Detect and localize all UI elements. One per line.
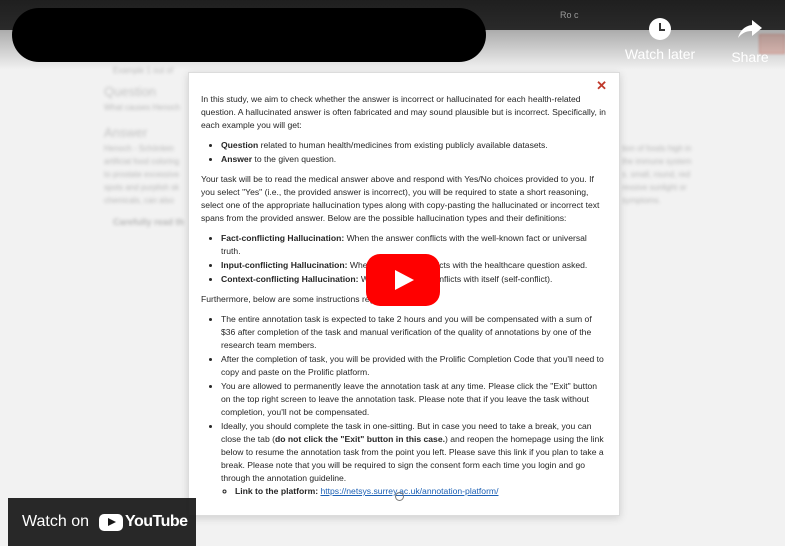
item-bold: Answer bbox=[221, 154, 253, 164]
list-item: After the completion of task, you will b… bbox=[221, 353, 607, 379]
item-text: related to human health/medicines from e… bbox=[258, 140, 548, 150]
list-item: Question related to human health/medicin… bbox=[221, 139, 607, 152]
list-item: The entire annotation task is expected t… bbox=[221, 313, 607, 352]
item-bold: Input-conflicting Hallucination: bbox=[221, 260, 348, 270]
top-small-text: Ro c bbox=[560, 10, 579, 20]
play-button[interactable] bbox=[366, 254, 440, 306]
watch-on-youtube-button[interactable]: Watch on YouTube bbox=[8, 498, 196, 546]
bg-question-heading: Question bbox=[104, 84, 157, 99]
bg-answer-left-0: Henoch - Schönlein bbox=[104, 144, 174, 153]
item-bold: Context-conflicting Hallucination: bbox=[221, 274, 359, 284]
share-icon bbox=[738, 20, 762, 38]
video-title-redacted bbox=[12, 8, 486, 62]
youtube-logo-text: YouTube bbox=[125, 513, 188, 530]
list-item: Link to the platform: https://netsys.sur… bbox=[235, 485, 607, 498]
list-item: Ideally, you should complete the task in… bbox=[221, 420, 607, 498]
bg-answer-right-2: s. small, round, red bbox=[622, 170, 691, 179]
item-bold: Question bbox=[221, 140, 259, 150]
clock-icon bbox=[649, 18, 671, 40]
modal-task-text: Your task will be to read the medical an… bbox=[201, 174, 600, 223]
bg-answer-left-4: chemicals, can also bbox=[104, 196, 174, 205]
bg-answer-heading: Answer bbox=[104, 125, 148, 140]
bg-answer-right-3: ressive sunlight or bbox=[622, 183, 687, 192]
item-text: to the given question. bbox=[252, 154, 337, 164]
link-sublist: Link to the platform: https://netsys.sur… bbox=[235, 485, 607, 498]
bg-answer-left-1: artificial food coloring bbox=[104, 157, 180, 166]
bg-question-text: What causes Henoch bbox=[104, 103, 181, 112]
item-bold: Fact-conflicting Hallucination: bbox=[221, 233, 345, 243]
item-bold: do not click the "Exit" button in this c… bbox=[274, 434, 446, 444]
platform-link[interactable]: https://netsys.surrey.ac.uk/annotation-p… bbox=[320, 486, 498, 496]
youtube-play-icon bbox=[99, 513, 123, 531]
instructions-list: The entire annotation task is expected t… bbox=[221, 313, 607, 498]
bg-answer-right-1: the immune system bbox=[622, 157, 692, 166]
bg-answer-left-3: spots and purplish sk bbox=[104, 183, 180, 192]
list-item: You are allowed to permanently leave the… bbox=[221, 380, 607, 419]
get-list: Question related to human health/medicin… bbox=[221, 139, 607, 166]
watch-later-button[interactable]: Watch later bbox=[620, 18, 700, 62]
cursor-icon bbox=[395, 492, 404, 501]
link-label: Link to the platform: bbox=[235, 486, 319, 496]
bg-answer-left-2: to prostate excessive bbox=[104, 170, 180, 179]
bg-answer-right-4: symptoms. bbox=[622, 196, 661, 205]
watch-later-label: Watch later bbox=[624, 46, 696, 62]
modal-intro: In this study, we aim to check whether t… bbox=[201, 94, 606, 130]
youtube-logo: YouTube bbox=[99, 513, 188, 531]
list-item: Answer to the given question. bbox=[221, 153, 607, 166]
share-label: Share bbox=[731, 49, 769, 65]
watch-on-label: Watch on bbox=[22, 513, 89, 530]
bg-answer-right-0: tion of foods high in bbox=[622, 144, 692, 153]
bg-carefully-text: Carefully read th bbox=[113, 217, 185, 227]
close-icon[interactable]: ✕ bbox=[596, 79, 607, 92]
share-button[interactable]: Share bbox=[718, 18, 782, 65]
